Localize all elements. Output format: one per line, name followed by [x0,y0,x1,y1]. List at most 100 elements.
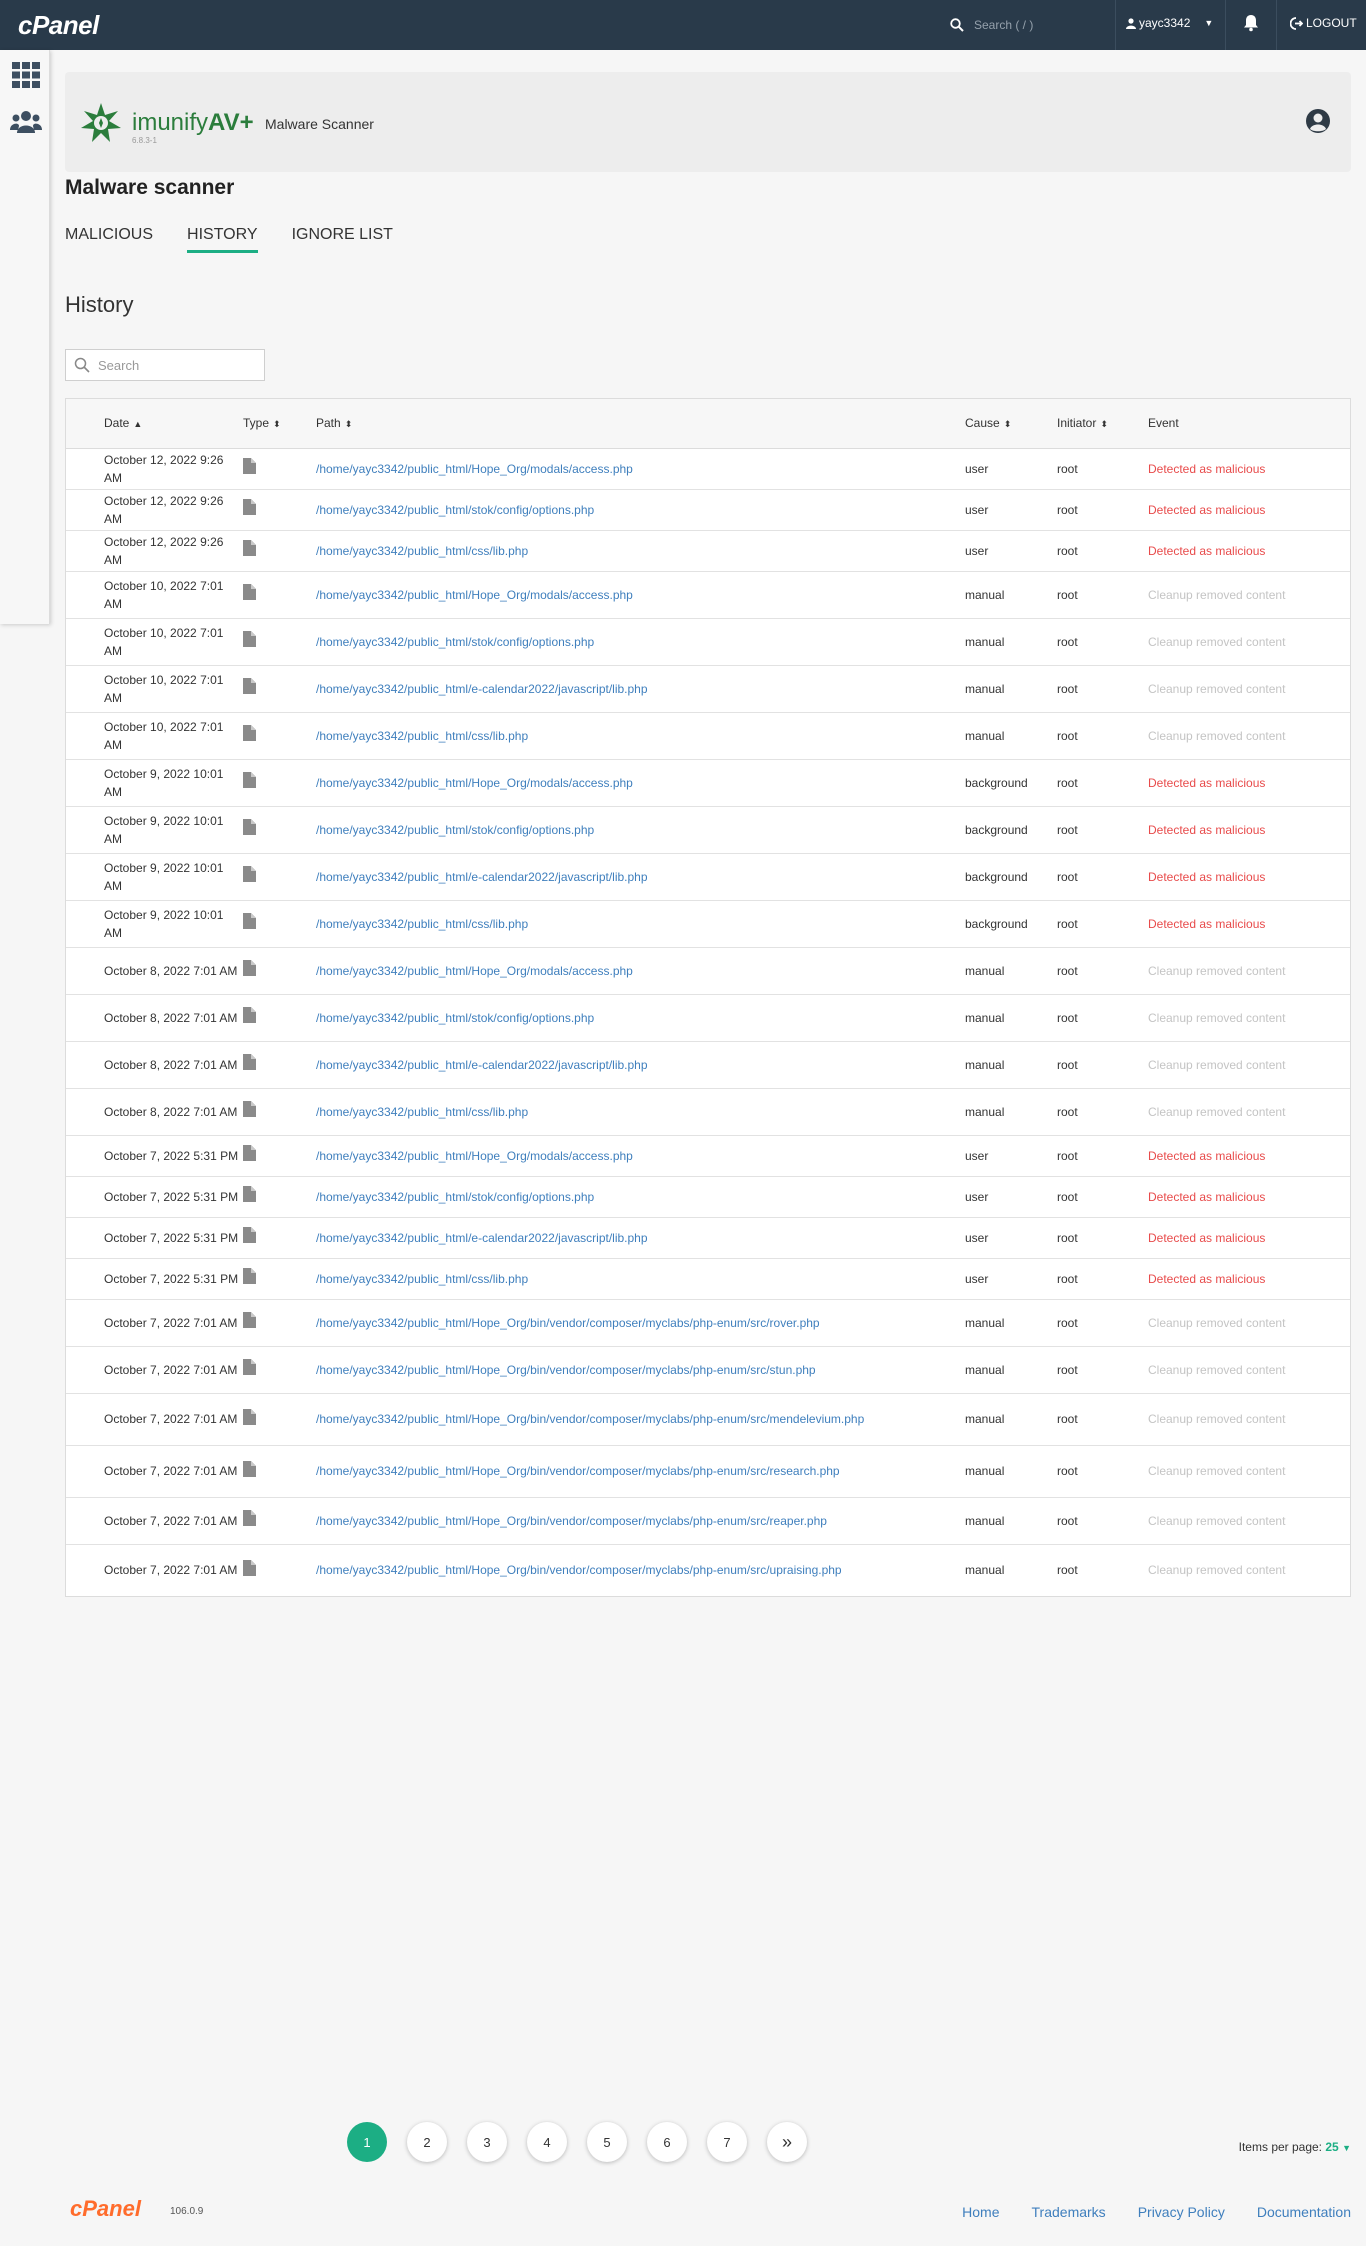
initiator-cell: root [1057,1543,1148,1596]
logout-button[interactable]: LOGOUT [1290,16,1357,30]
path-cell[interactable]: /home/yayc3342/public_html/Hope_Org/moda… [316,570,965,618]
table-row: October 8, 2022 7:01 AM/home/yayc3342/pu… [66,993,1350,1041]
event-cell: Cleanup removed content [1148,946,1350,994]
path-cell[interactable]: /home/yayc3342/public_html/stok/config/o… [316,488,965,530]
page-button-4[interactable]: 4 [527,2122,567,2162]
path-cell[interactable]: /home/yayc3342/public_html/Hope_Org/bin/… [316,1298,965,1346]
top-search[interactable]: Search ( / ) [950,12,1110,38]
apps-grid-icon[interactable] [12,62,40,88]
path-cell[interactable]: /home/yayc3342/public_html/css/lib.php [316,899,965,947]
divider [1115,0,1116,50]
cpanel-logo[interactable]: cPanel [18,10,99,41]
event-cell: Cleanup removed content [1148,1392,1350,1445]
path-cell[interactable]: /home/yayc3342/public_html/stok/config/o… [316,805,965,853]
column-cause[interactable]: Cause ⬍ [965,399,1057,449]
table-row: October 9, 2022 10:01 AM/home/yayc3342/p… [66,899,1350,947]
path-cell[interactable]: /home/yayc3342/public_html/Hope_Org/bin/… [316,1496,965,1544]
initiator-cell: root [1057,664,1148,712]
table-row: October 7, 2022 7:01 AM/home/yayc3342/pu… [66,1543,1350,1596]
top-search-placeholder: Search ( / ) [974,18,1034,32]
search-icon [74,357,90,373]
tab-ignore-list[interactable]: IGNORE LIST [292,226,393,253]
history-search-field[interactable] [65,349,265,381]
event-cell: Cleanup removed content [1148,1345,1350,1393]
table-row: October 10, 2022 7:01 AM/home/yayc3342/p… [66,664,1350,712]
footer-link-privacy-policy[interactable]: Privacy Policy [1138,2204,1225,2220]
footer-link-trademarks[interactable]: Trademarks [1032,2204,1106,2220]
table-row: October 7, 2022 7:01 AM/home/yayc3342/pu… [66,1392,1350,1445]
type-cell [243,1216,316,1258]
page-button-2[interactable]: 2 [407,2122,447,2162]
history-search-input[interactable] [98,357,248,373]
path-cell[interactable]: /home/yayc3342/public_html/Hope_Org/moda… [316,447,965,489]
items-per-page[interactable]: Items per page: 25 ▼ [1239,2140,1351,2154]
footer-link-home[interactable]: Home [962,2204,999,2220]
imunify-brand: imunifyAV+ [132,111,254,135]
logout-icon [1290,16,1303,30]
page-button-1[interactable]: 1 [347,2122,387,2162]
path-cell[interactable]: /home/yayc3342/public_html/stok/config/o… [316,1175,965,1217]
date-cell: October 9, 2022 10:01 AM [66,852,243,900]
users-group-icon[interactable] [10,110,42,134]
path-cell[interactable]: /home/yayc3342/public_html/e-calendar202… [316,664,965,712]
path-cell[interactable]: /home/yayc3342/public_html/Hope_Org/bin/… [316,1543,965,1596]
account-avatar-icon[interactable] [1305,108,1331,134]
file-icon [243,1460,256,1482]
file-icon [243,1101,256,1122]
date-cell: October 7, 2022 7:01 AM [66,1496,243,1544]
path-cell[interactable]: /home/yayc3342/public_html/Hope_Org/bin/… [316,1345,965,1393]
file-icon [243,540,256,561]
notifications-bell-icon[interactable] [1243,14,1259,37]
column-path[interactable]: Path ⬍ [316,399,965,449]
page-button-5[interactable]: 5 [587,2122,627,2162]
cause-cell: background [965,852,1057,900]
page-button-6[interactable]: 6 [647,2122,687,2162]
path-cell[interactable]: /home/yayc3342/public_html/e-calendar202… [316,852,965,900]
cause-cell: background [965,899,1057,947]
path-cell[interactable]: /home/yayc3342/public_html/stok/config/o… [316,993,965,1041]
date-cell: October 7, 2022 5:31 PM [66,1134,243,1176]
tab-history[interactable]: HISTORY [187,226,258,253]
type-cell [243,1496,316,1544]
path-cell[interactable]: /home/yayc3342/public_html/e-calendar202… [316,1040,965,1088]
column-type[interactable]: Type ⬍ [243,399,316,449]
cause-cell: user [965,1257,1057,1299]
column-date[interactable]: Date ▲ [66,399,243,449]
type-cell [243,711,316,759]
cause-cell: manual [965,1040,1057,1088]
type-cell [243,1087,316,1135]
date-cell: October 10, 2022 7:01 AM [66,617,243,665]
tab-malicious[interactable]: MALICIOUS [65,226,153,253]
next-page-button[interactable]: » [767,2122,807,2162]
path-cell[interactable]: /home/yayc3342/public_html/Hope_Org/moda… [316,946,965,994]
user-menu[interactable]: yayc3342 ▼ [1126,16,1213,30]
path-cell[interactable]: /home/yayc3342/public_html/stok/config/o… [316,617,965,665]
footer-link-documentation[interactable]: Documentation [1257,2204,1351,2220]
date-cell: October 7, 2022 5:31 PM [66,1175,243,1217]
page-title: Malware scanner [65,176,235,199]
column-type-label: Type [243,416,270,431]
path-cell[interactable]: /home/yayc3342/public_html/Hope_Org/bin/… [316,1444,965,1497]
date-cell: October 8, 2022 7:01 AM [66,993,243,1041]
page-button-3[interactable]: 3 [467,2122,507,2162]
table-row: October 7, 2022 5:31 PM/home/yayc3342/pu… [66,1175,1350,1217]
path-cell[interactable]: /home/yayc3342/public_html/css/lib.php [316,1087,965,1135]
path-cell[interactable]: /home/yayc3342/public_html/Hope_Org/bin/… [316,1392,965,1445]
date-cell: October 7, 2022 5:31 PM [66,1257,243,1299]
path-cell[interactable]: /home/yayc3342/public_html/Hope_Org/moda… [316,1134,965,1176]
initiator-cell: root [1057,570,1148,618]
page-button-7[interactable]: 7 [707,2122,747,2162]
initiator-cell: root [1057,529,1148,571]
path-cell[interactable]: /home/yayc3342/public_html/css/lib.php [316,1257,965,1299]
path-cell[interactable]: /home/yayc3342/public_html/Hope_Org/moda… [316,758,965,806]
items-per-page-value[interactable]: 25 [1325,2140,1338,2154]
file-icon [243,1007,256,1028]
event-cell: Detected as malicious [1148,447,1350,489]
table-row: October 7, 2022 5:31 PM/home/yayc3342/pu… [66,1257,1350,1299]
path-cell[interactable]: /home/yayc3342/public_html/e-calendar202… [316,1216,965,1258]
path-cell[interactable]: /home/yayc3342/public_html/css/lib.php [316,711,965,759]
column-initiator[interactable]: Initiator ⬍ [1057,399,1148,449]
path-cell[interactable]: /home/yayc3342/public_html/css/lib.php [316,529,965,571]
imunify-logo: imunifyAV+ [80,102,254,144]
event-cell: Cleanup removed content [1148,993,1350,1041]
